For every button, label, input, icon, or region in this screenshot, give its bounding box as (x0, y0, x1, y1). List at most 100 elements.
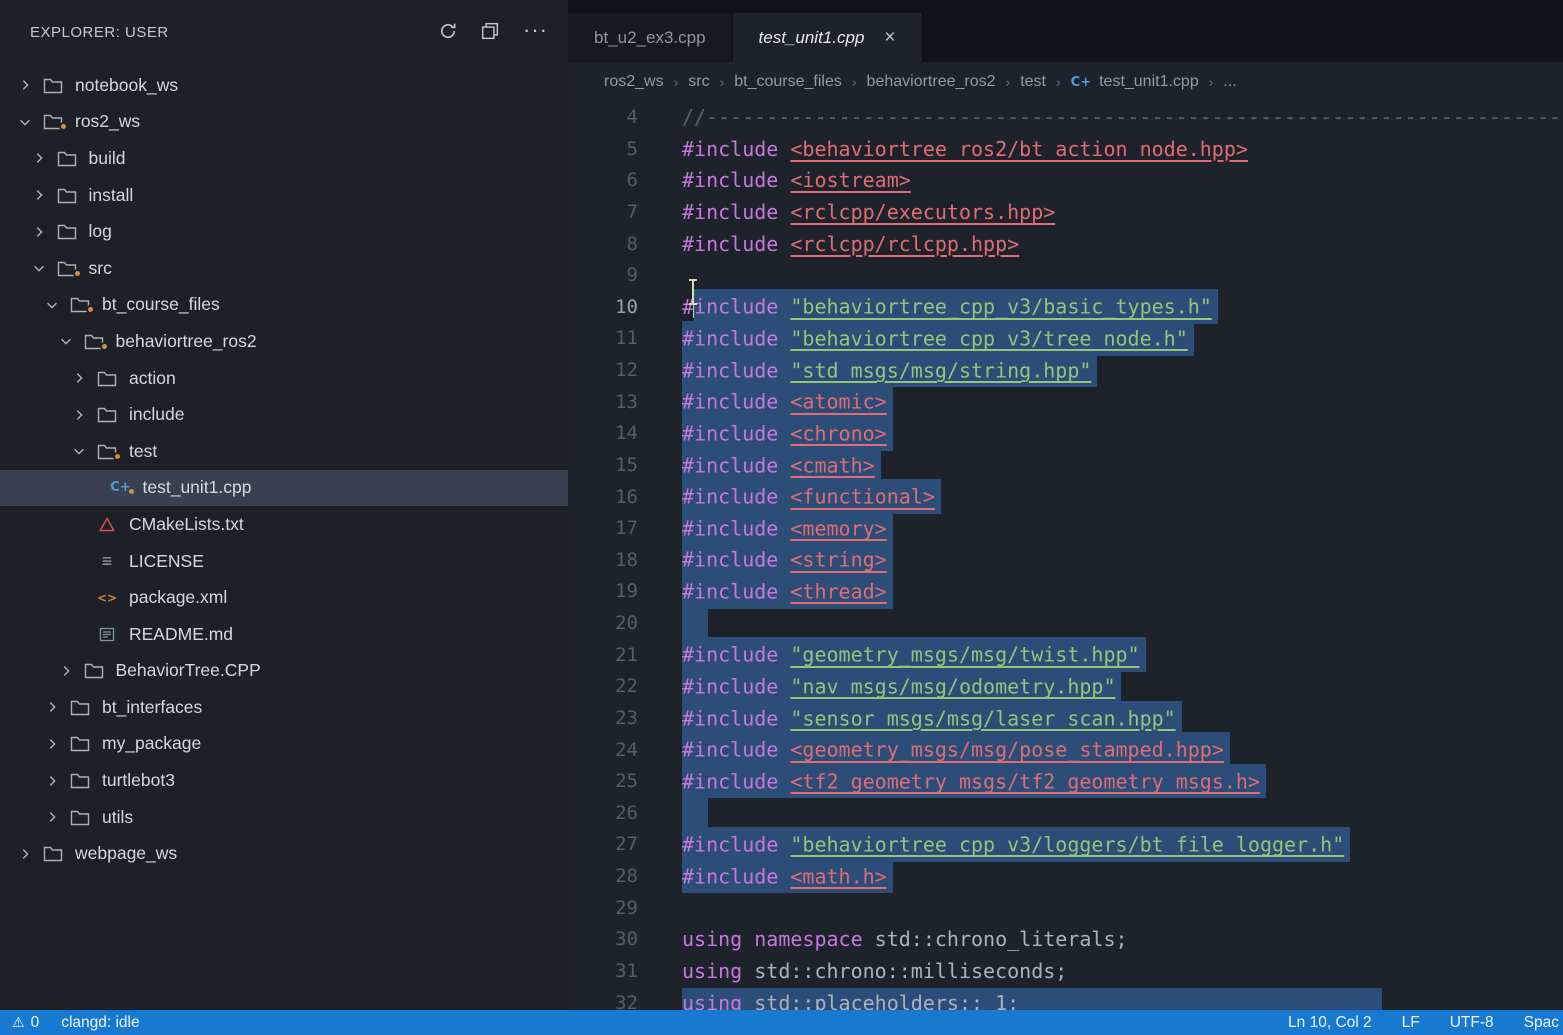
line-number[interactable]: 12 (568, 355, 638, 387)
line-number[interactable]: 20 (568, 608, 638, 640)
chevron-right-icon[interactable] (26, 188, 52, 202)
tree-item-LICENSE[interactable]: ≡LICENSE (0, 543, 568, 580)
line-number[interactable]: 6 (568, 165, 638, 197)
chevron-right-icon[interactable] (39, 737, 65, 751)
code-line-12[interactable]: 12#include "std_msgs/msg/string.hpp" (568, 355, 1563, 387)
code-line-16[interactable]: 16#include <functional> (568, 482, 1563, 514)
code-line-30[interactable]: 30using namespace std::chrono_literals; (568, 924, 1563, 956)
tree-item-my_package[interactable]: my_package (0, 726, 568, 763)
line-number[interactable]: 19 (568, 576, 638, 608)
refresh-explorer-button[interactable] (439, 22, 457, 43)
code-line-17[interactable]: 17#include <memory> (568, 513, 1563, 545)
breadcrumb-item-test[interactable]: test (1020, 73, 1046, 91)
collapse-folders-button[interactable] (481, 22, 499, 43)
status-eol[interactable]: LF (1402, 1014, 1420, 1032)
code-line-26[interactable]: 26 (568, 798, 1563, 830)
line-number[interactable]: 31 (568, 956, 638, 988)
breadcrumb-item-src[interactable]: src (688, 73, 709, 91)
line-number[interactable]: 15 (568, 450, 638, 482)
status-indentation[interactable]: Spac (1524, 1014, 1559, 1032)
tree-item-install[interactable]: install (0, 177, 568, 214)
line-number[interactable]: 16 (568, 482, 638, 514)
tree-item-action[interactable]: action (0, 360, 568, 397)
chevron-right-icon[interactable] (53, 664, 79, 678)
line-number[interactable]: 25 (568, 766, 638, 798)
code-line-8[interactable]: 8#include <rclcpp/rclcpp.hpp> (568, 229, 1563, 261)
code-line-11[interactable]: 11#include "behaviortree_cpp_v3/tree_nod… (568, 323, 1563, 355)
line-number[interactable]: 21 (568, 640, 638, 672)
chevron-right-icon[interactable] (39, 700, 65, 714)
code-line-27[interactable]: 27#include "behaviortree_cpp_v3/loggers/… (568, 829, 1563, 861)
code-line-18[interactable]: 18#include <string> (568, 545, 1563, 577)
chevron-right-icon[interactable] (66, 408, 92, 422)
breadcrumb-symbol-tail[interactable]: ... (1223, 73, 1236, 91)
tab-test_unit1.cpp[interactable]: test_unit1.cpp× (733, 13, 923, 62)
code-line-25[interactable]: 25#include <tf2_geometry_msgs/tf2_geomet… (568, 766, 1563, 798)
code-line-21[interactable]: 21#include "geometry_msgs/msg/twist.hpp" (568, 640, 1563, 672)
chevron-down-icon[interactable] (26, 261, 52, 275)
chevron-right-icon[interactable] (26, 225, 52, 239)
code-line-9[interactable]: 9 (568, 260, 1563, 292)
tree-item-include[interactable]: include (0, 396, 568, 433)
status-clangd[interactable]: clangd: idle (61, 1014, 139, 1032)
line-number[interactable]: 11 (568, 323, 638, 355)
status-encoding[interactable]: UTF-8 (1450, 1014, 1494, 1032)
code-line-29[interactable]: 29 (568, 893, 1563, 925)
tree-item-README.md[interactable]: README.md (0, 616, 568, 653)
line-number[interactable]: 27 (568, 829, 638, 861)
tree-item-log[interactable]: log (0, 213, 568, 250)
tree-item-BehaviorTree.CPP[interactable]: BehaviorTree.CPP (0, 653, 568, 690)
chevron-down-icon[interactable] (39, 298, 65, 312)
code-line-22[interactable]: 22#include "nav_msgs/msg/odometry.hpp" (568, 671, 1563, 703)
line-number[interactable]: 10 (568, 292, 638, 324)
chevron-right-icon[interactable] (26, 151, 52, 165)
chevron-down-icon[interactable] (66, 444, 92, 458)
line-number[interactable]: 17 (568, 513, 638, 545)
code-area[interactable]: 4//-------------------------------------… (568, 102, 1563, 1010)
line-number[interactable]: 29 (568, 893, 638, 925)
code-line-24[interactable]: 24#include <geometry_msgs/msg/pose_stamp… (568, 735, 1563, 767)
status-cursor-position[interactable]: Ln 10, Col 2 (1288, 1014, 1372, 1032)
line-number[interactable]: 26 (568, 798, 638, 830)
tree-item-notebook_ws[interactable]: notebook_ws (0, 67, 568, 104)
line-number[interactable]: 28 (568, 861, 638, 893)
code-line-28[interactable]: 28#include <math.h> (568, 861, 1563, 893)
tree-item-ros2_ws[interactable]: ros2_ws (0, 104, 568, 141)
tree-item-turtlebot3[interactable]: turtlebot3 (0, 762, 568, 799)
more-actions-button[interactable]: ··· (523, 25, 548, 40)
code-line-4[interactable]: 4//-------------------------------------… (568, 102, 1563, 134)
breadcrumb-item-ros2_ws[interactable]: ros2_ws (604, 73, 664, 91)
tree-item-bt_course_files[interactable]: bt_course_files (0, 287, 568, 324)
close-icon[interactable]: × (884, 27, 895, 49)
tab-bt_u2_ex3.cpp[interactable]: bt_u2_ex3.cpp (568, 13, 733, 62)
chevron-right-icon[interactable] (39, 774, 65, 788)
status-warnings[interactable]: ⚠0 (12, 1014, 39, 1032)
line-number[interactable]: 30 (568, 924, 638, 956)
line-number[interactable]: 9 (568, 260, 638, 292)
code-line-10[interactable]: 10#include "behaviortree_cpp_v3/basic_ty… (568, 292, 1563, 324)
chevron-right-icon[interactable] (66, 371, 92, 385)
code-line-5[interactable]: 5#include <behaviortree_ros2/bt_action_n… (568, 134, 1563, 166)
tree-item-webpage_ws[interactable]: webpage_ws (0, 835, 568, 872)
code-line-31[interactable]: 31using std::chrono::milliseconds; (568, 956, 1563, 988)
line-number[interactable]: 4 (568, 102, 638, 134)
tree-item-package.xml[interactable]: <>package.xml (0, 579, 568, 616)
line-number[interactable]: 7 (568, 197, 638, 229)
code-line-20[interactable]: 20 (568, 608, 1563, 640)
chevron-right-icon[interactable] (39, 810, 65, 824)
tree-item-build[interactable]: build (0, 140, 568, 177)
code-line-7[interactable]: 7#include <rclcpp/executors.hpp> (568, 197, 1563, 229)
line-number[interactable]: 14 (568, 418, 638, 450)
tree-item-bt_interfaces[interactable]: bt_interfaces (0, 689, 568, 726)
tree-item-CMakeLists.txt[interactable]: CMakeLists.txt (0, 506, 568, 543)
line-number[interactable]: 18 (568, 545, 638, 577)
line-number[interactable]: 32 (568, 988, 638, 1011)
line-number[interactable]: 8 (568, 229, 638, 261)
line-number[interactable]: 22 (568, 671, 638, 703)
code-line-19[interactable]: 19#include <thread> (568, 576, 1563, 608)
breadcrumb-item-behaviortree_ros2[interactable]: behaviortree_ros2 (867, 73, 996, 91)
code-line-32[interactable]: 32using std::placeholders::_1; (568, 988, 1563, 1011)
breadcrumb-item-bt_course_files[interactable]: bt_course_files (734, 73, 842, 91)
breadcrumb-item-test_unit1.cpp[interactable]: C+test_unit1.cpp (1071, 73, 1199, 91)
line-number[interactable]: 24 (568, 735, 638, 767)
